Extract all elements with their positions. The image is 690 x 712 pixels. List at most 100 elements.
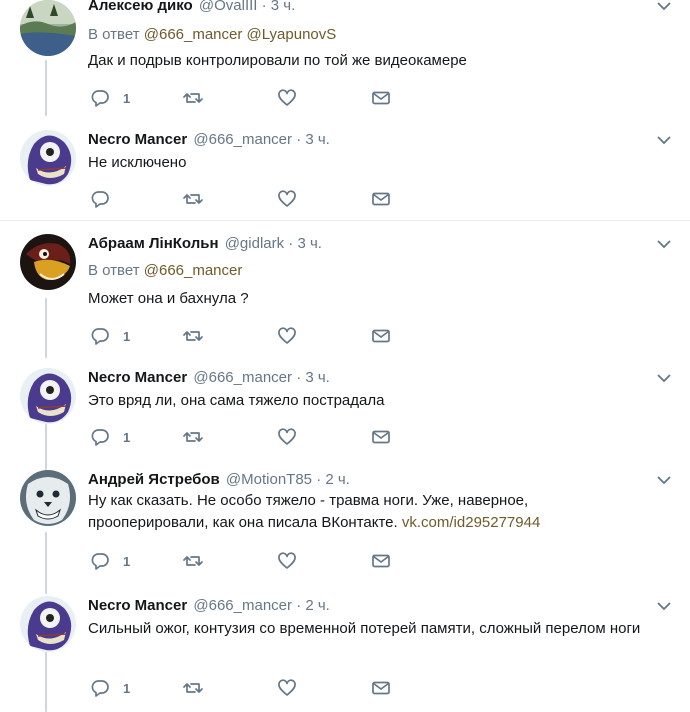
separator: · bbox=[296, 369, 302, 386]
user-handle[interactable]: @666_mancer bbox=[193, 131, 292, 148]
tweet-header: Алексею дико @OvalIII · 3 ч. bbox=[88, 0, 295, 16]
tweet[interactable]: Алексею дико @OvalIII · 3 ч. В ответ @66… bbox=[0, 0, 690, 114]
user-name[interactable]: Андрей Ястребов bbox=[88, 471, 220, 488]
user-name[interactable]: Necro Mancer bbox=[88, 131, 187, 148]
conversation-divider bbox=[0, 220, 690, 221]
reply-icon bbox=[91, 90, 109, 107]
reply-count: 1 bbox=[123, 553, 131, 569]
reply-icon bbox=[91, 191, 109, 208]
like-button[interactable] bbox=[277, 87, 297, 109]
reply-count: 1 bbox=[123, 328, 131, 344]
direct-message-button[interactable] bbox=[371, 426, 391, 448]
envelope-icon bbox=[372, 192, 390, 206]
user-handle[interactable]: @666_mancer bbox=[193, 369, 292, 386]
user-name[interactable]: Алексею дико bbox=[88, 0, 193, 14]
chevron-down-icon[interactable] bbox=[656, 0, 672, 12]
heart-icon bbox=[278, 190, 296, 207]
like-button[interactable] bbox=[277, 325, 297, 347]
reply-button[interactable]: 1 bbox=[90, 87, 130, 109]
heart-icon bbox=[278, 679, 296, 696]
like-button[interactable] bbox=[277, 188, 297, 210]
avatar[interactable] bbox=[20, 368, 76, 424]
retweet-button[interactable] bbox=[183, 325, 203, 347]
user-handle[interactable]: @OvalIII bbox=[199, 0, 258, 14]
heart-icon bbox=[278, 552, 296, 569]
separator: · bbox=[316, 471, 322, 488]
tweet-header: Necro Mancer @666_mancer · 3 ч. bbox=[88, 368, 330, 388]
retweet-icon bbox=[183, 93, 203, 103]
reply-button[interactable]: 1 bbox=[90, 677, 130, 699]
user-handle[interactable]: @gidlark bbox=[225, 235, 284, 252]
tweet[interactable]: Necro Mancer @666_mancer · 3 ч. Не исклю… bbox=[0, 130, 690, 218]
tweet-text: Ну как сказать. Не особо тяжело - травма… bbox=[88, 490, 588, 534]
reply-count: 1 bbox=[123, 429, 131, 445]
timestamp[interactable]: 2 ч. bbox=[325, 471, 350, 488]
user-name[interactable]: Necro Mancer bbox=[88, 597, 187, 614]
like-button[interactable] bbox=[277, 426, 297, 448]
avatar[interactable] bbox=[20, 596, 76, 652]
mention-link[interactable]: @666_mancer bbox=[144, 26, 243, 43]
tweet[interactable]: Андрей Ястребов @MotionT85 · 2 ч. Ну как… bbox=[0, 470, 690, 578]
mention-link[interactable]: @666_mancer bbox=[144, 262, 243, 279]
retweet-button[interactable] bbox=[183, 188, 203, 210]
tweet[interactable]: Necro Mancer @666_mancer · 3 ч. Это вряд… bbox=[0, 368, 690, 454]
chevron-down-icon[interactable] bbox=[656, 134, 672, 146]
timestamp[interactable]: 3 ч. bbox=[271, 0, 296, 14]
retweet-icon bbox=[183, 194, 203, 204]
tweet[interactable]: Абраам ЛінКольн @gidlark · 3 ч. В ответ … bbox=[0, 234, 690, 354]
reply-button[interactable]: 1 bbox=[90, 426, 130, 448]
retweet-button[interactable] bbox=[183, 677, 203, 699]
chevron-down-icon[interactable] bbox=[656, 600, 672, 612]
tweet-header: Necro Mancer @666_mancer · 3 ч. bbox=[88, 130, 330, 150]
tweet-text: Это вряд ли, она сама тяжело пострадала bbox=[88, 392, 385, 409]
reply-button[interactable]: 1 bbox=[90, 550, 130, 572]
user-name[interactable]: Necro Mancer bbox=[88, 369, 187, 386]
avatar[interactable] bbox=[20, 470, 76, 526]
chevron-down-icon[interactable] bbox=[656, 238, 672, 250]
reply-button[interactable]: 1 bbox=[90, 325, 130, 347]
avatar[interactable] bbox=[20, 0, 76, 56]
chevron-down-icon[interactable] bbox=[656, 474, 672, 486]
reply-icon bbox=[91, 429, 109, 446]
retweet-button[interactable] bbox=[183, 426, 203, 448]
retweet-icon bbox=[183, 331, 203, 341]
separator: · bbox=[288, 235, 294, 252]
user-handle[interactable]: @MotionT85 bbox=[226, 471, 312, 488]
timestamp[interactable]: 3 ч. bbox=[305, 369, 330, 386]
direct-message-button[interactable] bbox=[371, 188, 391, 210]
reply-icon bbox=[91, 680, 109, 697]
retweet-button[interactable] bbox=[183, 550, 203, 572]
action-bar: 1 bbox=[88, 325, 408, 347]
like-button[interactable] bbox=[277, 550, 297, 572]
external-link[interactable]: vk.com/id295277944 bbox=[402, 514, 540, 531]
user-name[interactable]: Абраам ЛінКольн bbox=[88, 235, 219, 252]
direct-message-button[interactable] bbox=[371, 550, 391, 572]
tweet-text: Может она и бахнула ? bbox=[88, 290, 249, 307]
avatar[interactable] bbox=[20, 130, 76, 186]
direct-message-button[interactable] bbox=[371, 677, 391, 699]
avatar[interactable] bbox=[20, 234, 76, 290]
action-bar bbox=[88, 188, 408, 210]
timestamp[interactable]: 2 ч. bbox=[305, 597, 330, 614]
chevron-down-icon[interactable] bbox=[656, 372, 672, 384]
mention-link[interactable]: @LyapunovS bbox=[247, 26, 337, 43]
tweet-header: Абраам ЛінКольн @gidlark · 3 ч. bbox=[88, 234, 322, 254]
reply-context: В ответ @666_mancer bbox=[88, 261, 242, 281]
reply-button[interactable] bbox=[90, 188, 110, 210]
heart-icon bbox=[278, 327, 296, 344]
tweet-header: Necro Mancer @666_mancer · 2 ч. bbox=[88, 596, 330, 616]
timestamp[interactable]: 3 ч. bbox=[305, 131, 330, 148]
direct-message-button[interactable] bbox=[371, 325, 391, 347]
heart-icon bbox=[278, 89, 296, 106]
like-button[interactable] bbox=[277, 677, 297, 699]
reply-prefix: В ответ bbox=[88, 262, 140, 279]
retweet-button[interactable] bbox=[183, 87, 203, 109]
timestamp[interactable]: 3 ч. bbox=[297, 235, 322, 252]
tweet[interactable]: Necro Mancer @666_mancer · 2 ч. Сильный … bbox=[0, 596, 690, 710]
reply-count: 1 bbox=[123, 680, 131, 696]
tweet-text: Дак и подрыв контролировали по той же ви… bbox=[88, 52, 467, 69]
reply-prefix: В ответ bbox=[88, 26, 140, 43]
tweet-header: Андрей Ястребов @MotionT85 · 2 ч. bbox=[88, 470, 350, 490]
user-handle[interactable]: @666_mancer bbox=[193, 597, 292, 614]
direct-message-button[interactable] bbox=[371, 87, 391, 109]
